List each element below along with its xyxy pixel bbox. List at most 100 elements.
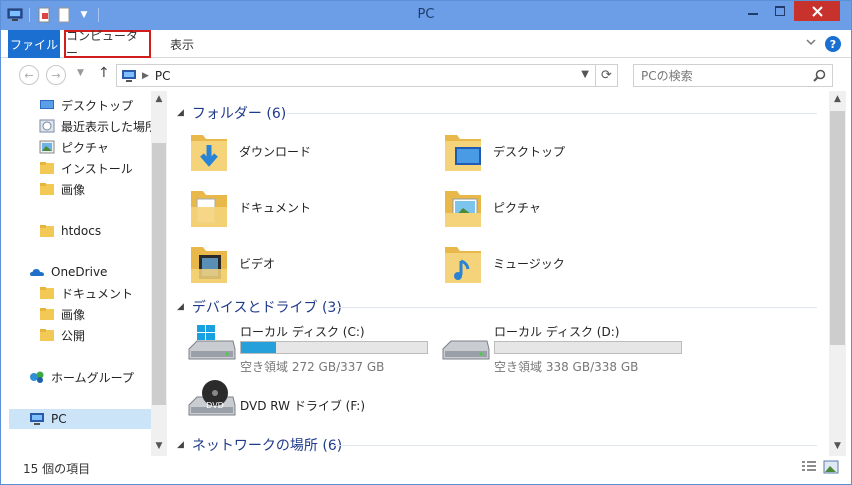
- sidebar-item-recent-places[interactable]: 最近表示した場所: [39, 116, 157, 136]
- sidebar-item-label: PC: [51, 412, 67, 426]
- scrollbar-thumb[interactable]: [830, 111, 845, 345]
- address-bar[interactable]: ▶ PC ▼: [116, 64, 596, 87]
- sidebar-item-htdocs[interactable]: htdocs: [39, 221, 101, 241]
- sidebar-item-label: htdocs: [61, 224, 102, 238]
- help-button[interactable]: ?: [825, 36, 841, 52]
- folder-icon: [40, 162, 54, 174]
- collapse-chevron-icon[interactable]: ◢: [177, 302, 184, 312]
- drive-free-space: 空き領域 272 GB/337 GB: [240, 360, 385, 374]
- close-button[interactable]: [794, 1, 840, 21]
- scroll-up-arrow-icon[interactable]: ▲: [829, 94, 846, 104]
- maximize-button[interactable]: [767, 1, 793, 21]
- large-icons-view-icon[interactable]: [823, 460, 839, 474]
- drive-item-f[interactable]: DVD DVD RW ドライブ (F:): [187, 379, 437, 429]
- folder-item-downloads[interactable]: ダウンロード: [187, 127, 311, 175]
- window-title: PC: [417, 7, 435, 22]
- folder-item-documents[interactable]: ドキュメント: [187, 183, 311, 231]
- back-button[interactable]: ←: [19, 65, 39, 85]
- homegroup-icon: [30, 371, 44, 383]
- scroll-down-arrow-icon[interactable]: ▼: [151, 441, 167, 451]
- sidebar-item-label: 画像: [61, 182, 86, 197]
- recent-places-icon: [39, 119, 55, 133]
- sidebar-item-label: 公開: [61, 328, 86, 343]
- folder-label: デスクトップ: [493, 144, 566, 159]
- pictures-folder-icon: [445, 191, 481, 227]
- status-bar: 15 個の項目: [1, 456, 851, 484]
- sidebar-item-pc[interactable]: PC: [9, 409, 151, 429]
- pictures-icon: [39, 140, 55, 154]
- content-scrollbar[interactable]: ▲ ▼: [829, 91, 846, 456]
- nav-scrollbar[interactable]: ▲ ▼: [151, 91, 167, 456]
- sidebar-item-pictures[interactable]: ピクチャ: [39, 137, 109, 157]
- navigation-bar: ← → ▼ ↑ ▶ PC ▼ ⟳ PCの検索: [1, 59, 851, 91]
- sidebar-item-documents[interactable]: ドキュメント: [39, 283, 133, 303]
- recent-locations-button[interactable]: ▼: [77, 68, 84, 78]
- folder-icon: [40, 183, 54, 195]
- folder-icon: [40, 329, 54, 341]
- sidebar-item-public[interactable]: 公開: [39, 325, 85, 345]
- drive-usage-bar: [240, 341, 428, 354]
- group-title: フォルダー (6): [191, 106, 287, 122]
- drive-item-d[interactable]: ローカル ディスク (D:) 空き領域 338 GB/338 GB: [441, 323, 691, 374]
- scrollbar-thumb[interactable]: [152, 143, 166, 405]
- collapse-chevron-icon[interactable]: ◢: [177, 108, 184, 118]
- drive-free-space: 空き領域 338 GB/338 GB: [494, 360, 639, 374]
- folder-item-videos[interactable]: ビデオ: [187, 239, 275, 287]
- folder-label: ミュージック: [493, 256, 565, 271]
- sidebar-item-label: ピクチャ: [61, 140, 109, 155]
- desktop-icon: [40, 100, 54, 109]
- drive-usage-bar: [494, 341, 682, 354]
- collapse-chevron-icon[interactable]: ◢: [177, 440, 184, 450]
- onedrive-icon: [30, 269, 44, 276]
- close-icon: [811, 5, 823, 17]
- details-view-icon[interactable]: [801, 460, 817, 474]
- pc-icon: [122, 69, 136, 82]
- tab-view[interactable]: 表示: [161, 30, 203, 58]
- music-folder-icon: [445, 247, 481, 283]
- scroll-up-arrow-icon[interactable]: ▲: [151, 94, 167, 104]
- folder-item-pictures[interactable]: ピクチャ: [441, 183, 541, 231]
- breadcrumb-separator[interactable]: ▶: [142, 71, 149, 81]
- title-bar: ▼ PC: [1, 1, 851, 30]
- group-title: デバイスとドライブ (3): [191, 300, 342, 316]
- expand-ribbon-icon[interactable]: [806, 38, 816, 46]
- search-icon[interactable]: [813, 69, 826, 82]
- scroll-down-arrow-icon[interactable]: ▼: [829, 441, 846, 451]
- tab-file[interactable]: ファイル: [8, 30, 60, 58]
- refresh-button[interactable]: ⟳: [596, 64, 618, 87]
- breadcrumb[interactable]: PC: [155, 69, 171, 83]
- sidebar-item-install[interactable]: インストール: [39, 158, 133, 178]
- folder-item-music[interactable]: ミュージック: [441, 239, 565, 287]
- content-pane: ◢ フォルダー (6) ダウンロード デスクトップ ドキュメント ピクチャ ビデ…: [167, 91, 829, 456]
- folder-label: ダウンロード: [239, 144, 312, 159]
- dvd-logo: DVD: [206, 401, 224, 410]
- address-dropdown-icon[interactable]: ▼: [581, 69, 589, 80]
- sidebar-item-label: ホームグループ: [51, 370, 134, 385]
- drive-name: ローカル ディスク (C:): [240, 325, 365, 339]
- sidebar-item-homegroup[interactable]: ホームグループ: [29, 367, 134, 387]
- desktop-folder-icon: [445, 135, 481, 171]
- search-placeholder: PCの検索: [641, 69, 693, 83]
- sidebar-item-images[interactable]: 画像: [39, 179, 85, 199]
- group-header-network[interactable]: ◢ ネットワークの場所 (6): [177, 435, 342, 455]
- documents-folder-icon: [191, 191, 227, 227]
- sidebar-item-onedrive-images[interactable]: 画像: [39, 304, 85, 324]
- sidebar-item-label: OneDrive: [51, 265, 108, 279]
- drive-item-c[interactable]: ローカル ディスク (C:) 空き領域 272 GB/337 GB: [187, 323, 437, 374]
- minimize-button[interactable]: [740, 1, 766, 21]
- windows-drive-icon: [188, 325, 236, 360]
- tab-computer[interactable]: コンピューター: [64, 29, 151, 60]
- sidebar-item-onedrive[interactable]: OneDrive: [29, 262, 107, 282]
- group-header-drives[interactable]: ◢ デバイスとドライブ (3): [177, 297, 342, 317]
- folder-item-desktop[interactable]: デスクトップ: [441, 127, 565, 175]
- forward-button[interactable]: →: [46, 65, 66, 85]
- sidebar-item-desktop[interactable]: デスクトップ: [39, 95, 133, 115]
- up-button[interactable]: ↑: [98, 65, 110, 81]
- search-input[interactable]: PCの検索: [633, 64, 833, 87]
- ribbon-tabs: ファイル コンピューター 表示 ?: [1, 29, 851, 60]
- folder-icon: [40, 225, 54, 237]
- group-header-folders[interactable]: ◢ フォルダー (6): [177, 103, 286, 123]
- group-title: ネットワークの場所 (6): [191, 438, 343, 454]
- item-count: 15 個の項目: [23, 462, 91, 476]
- pc-icon: [30, 413, 44, 425]
